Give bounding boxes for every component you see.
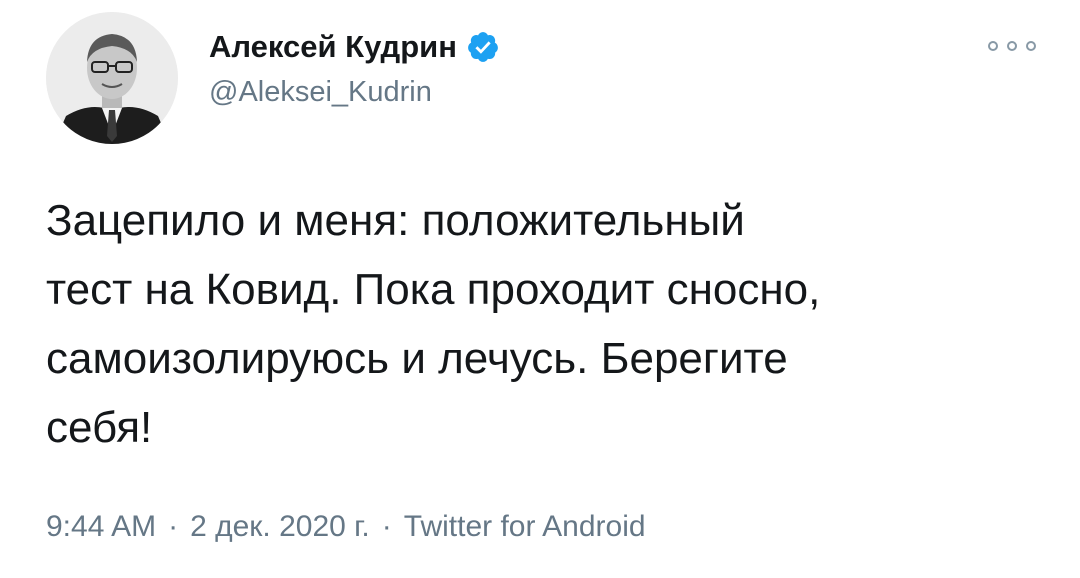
more-options-icon[interactable] bbox=[988, 34, 1036, 58]
verified-badge-icon bbox=[466, 30, 500, 64]
tweet-source[interactable]: Twitter for Android bbox=[404, 510, 646, 544]
author-handle[interactable]: @Aleksei_Kudrin bbox=[209, 76, 500, 109]
tweet-date[interactable]: 2 дек. 2020 г. bbox=[190, 510, 370, 544]
avatar[interactable] bbox=[46, 12, 178, 144]
more-dot bbox=[1026, 41, 1036, 51]
tweet-text: Зацепило и меня: положительный тест на К… bbox=[46, 196, 821, 452]
name-row: Алексей Кудрин bbox=[209, 24, 500, 70]
meta-separator: · bbox=[381, 510, 392, 543]
author-block[interactable]: Алексей Кудрин @Aleksei_Kudrin bbox=[209, 24, 500, 109]
more-dot bbox=[1007, 41, 1017, 51]
tweet-time[interactable]: 9:44 AM bbox=[46, 510, 156, 544]
avatar-portrait-image bbox=[46, 12, 178, 144]
meta-separator: · bbox=[168, 510, 179, 543]
display-name[interactable]: Алексей Кудрин bbox=[209, 29, 457, 65]
more-dot bbox=[988, 41, 998, 51]
tweet-meta: 9:44 AM · 2 дек. 2020 г. · Twitter for A… bbox=[46, 510, 646, 544]
tweet-card: Алексей Кудрин @Aleksei_Kudrin Зацепило … bbox=[0, 0, 1080, 578]
